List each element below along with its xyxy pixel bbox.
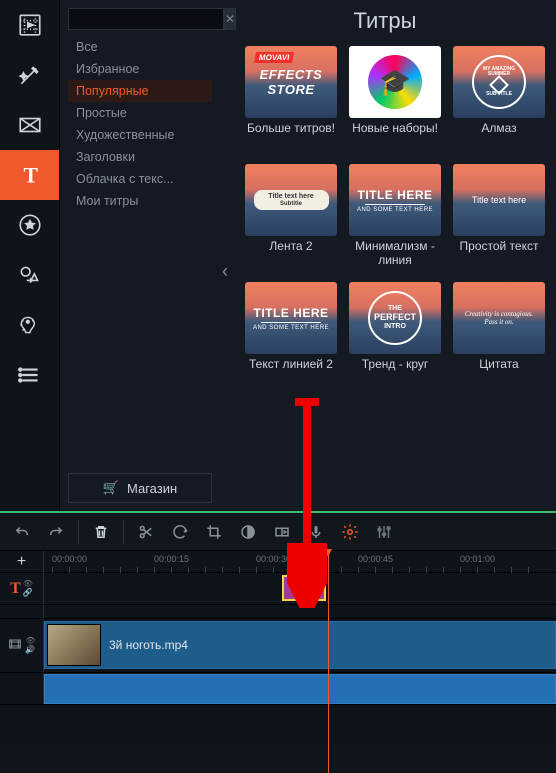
preset-card[interactable]: Creativity is contagious.Pass it on. Цита… <box>452 282 546 386</box>
shop-button[interactable]: 🛒 Магазин <box>68 473 212 503</box>
category-item[interactable]: Облачка с текс... <box>68 168 212 190</box>
equalizer-button[interactable] <box>368 517 400 547</box>
preset-card[interactable]: MOVAVIEFFECTSSTORE Больше титров! <box>244 46 338 150</box>
eye-icon[interactable]: 👁 <box>25 637 35 645</box>
chevron-left-icon[interactable]: ‹ <box>222 261 228 282</box>
left-toolbar: T <box>0 0 60 511</box>
category-item[interactable]: Простые <box>68 102 212 124</box>
preset-thumb: Title text here <box>453 164 545 236</box>
svg-text:T: T <box>23 164 38 188</box>
playhead[interactable] <box>328 551 329 773</box>
rotate-button[interactable] <box>164 517 196 547</box>
preset-card[interactable]: 🎓 Новые наборы! <box>348 46 442 150</box>
link-icon[interactable]: 🔗 <box>23 589 33 597</box>
preset-thumb: Creativity is contagious.Pass it on. <box>453 282 545 354</box>
panel-title: Титры <box>224 8 546 34</box>
transition-button[interactable] <box>266 517 298 547</box>
preset-grid: ‹ MOVAVIEFFECTSSTORE Больше титров! 🎓 Новые… <box>224 46 546 386</box>
category-pane: ✕ ВсеИзбранноеПопулярныеПростыеХудожеств… <box>60 0 220 511</box>
title-track-icon: T <box>10 580 21 598</box>
category-list: ВсеИзбранноеПопулярныеПростыеХудожествен… <box>68 36 212 473</box>
preset-thumb: MY AMAZING SUMMERSUB TITLE <box>453 46 545 118</box>
time-tick: 00:00:30 <box>256 554 291 564</box>
category-item[interactable]: Популярные <box>68 80 212 102</box>
audio-track <box>0 673 556 705</box>
category-item[interactable]: Мои титры <box>68 190 212 212</box>
time-tick: 00:00:45 <box>358 554 393 564</box>
preset-card[interactable]: Title text here Простой текст <box>452 164 546 268</box>
preset-card[interactable]: MY AMAZING SUMMERSUB TITLE Алмаз <box>452 46 546 150</box>
tool-stickers[interactable] <box>0 200 59 250</box>
preset-label: Цитата <box>452 358 546 386</box>
tool-speed[interactable] <box>0 300 59 350</box>
category-item[interactable]: Все <box>68 36 212 58</box>
category-item[interactable]: Избранное <box>68 58 212 80</box>
preset-card[interactable]: THEPERFECTINTRO Тренд - круг <box>348 282 442 386</box>
video-clip[interactable]: 3й ноготь.mp4 <box>44 621 556 669</box>
preset-label: Алмаз <box>452 122 546 150</box>
color-button[interactable] <box>232 517 264 547</box>
preset-thumb: TITLE HEREAND SOME TEXT HERE <box>349 164 441 236</box>
preset-label: Тренд - круг <box>348 358 442 386</box>
time-tick: 00:00:00 <box>52 554 87 564</box>
video-track-icon <box>7 636 23 655</box>
cut-button[interactable] <box>130 517 162 547</box>
tool-media[interactable] <box>0 0 59 50</box>
tool-shapes[interactable] <box>0 250 59 300</box>
tool-filters[interactable] <box>0 50 59 100</box>
preset-label: Новые наборы! <box>348 122 442 150</box>
search-input[interactable] <box>68 8 224 30</box>
tool-titles[interactable]: T <box>0 150 59 200</box>
timeline-toolbar <box>0 513 556 551</box>
preset-thumb: MOVAVIEFFECTSSTORE <box>245 46 337 118</box>
title-track: T 👁🔗 Tᴛ <box>0 573 556 605</box>
record-audio-button[interactable] <box>300 517 332 547</box>
category-item[interactable]: Художественные <box>68 124 212 146</box>
eye-icon[interactable]: 👁 <box>23 580 33 588</box>
title-track-head[interactable]: T 👁🔗 <box>0 573 44 604</box>
add-track-button[interactable]: + <box>0 551 44 573</box>
clip-thumbnail <box>47 624 101 666</box>
preset-thumb: THEPERFECTINTRO <box>349 282 441 354</box>
video-track-head[interactable]: 👁🔊 <box>0 619 44 672</box>
preset-card[interactable]: TITLE HEREAND SOME TEXT HERE Текст линией… <box>244 282 338 386</box>
clip-name: 3й ноготь.mp4 <box>109 638 188 652</box>
preset-label: Лента 2 <box>244 240 338 268</box>
preset-label: Текст линией 2 <box>244 358 338 386</box>
time-tick: 00:00:15 <box>154 554 189 564</box>
crop-button[interactable] <box>198 517 230 547</box>
redo-button[interactable] <box>40 517 72 547</box>
spacer-track <box>0 605 556 619</box>
preset-thumb: TITLE HEREAND SOME TEXT HERE <box>245 282 337 354</box>
preset-card[interactable]: TITLE HEREAND SOME TEXT HERE Минимализм -… <box>348 164 442 268</box>
undo-button[interactable] <box>6 517 38 547</box>
delete-button[interactable] <box>85 517 117 547</box>
preset-label: Больше титров! <box>244 122 338 150</box>
audio-clip[interactable] <box>44 674 556 704</box>
tool-transitions[interactable] <box>0 100 59 150</box>
shop-label: Магазин <box>127 481 177 496</box>
time-tick: 00:01:00 <box>460 554 495 564</box>
preset-label: Минимализм - линия <box>348 240 442 268</box>
cart-icon: 🛒 <box>103 480 119 496</box>
tool-more[interactable] <box>0 350 59 400</box>
settings-button[interactable] <box>334 517 366 547</box>
preset-thumb: Title text hereSubtitle <box>245 164 337 236</box>
video-track: 👁🔊 3й ноготь.mp4 <box>0 619 556 673</box>
timeline-ruler[interactable]: + 00:00:00 00:00:15 00:00:30 00:00:45 00:01:… <box>0 551 556 573</box>
preset-thumb: 🎓 <box>349 46 441 118</box>
mute-icon[interactable]: 🔊 <box>25 646 35 654</box>
title-clip[interactable]: Tᴛ <box>282 575 326 601</box>
preset-label: Простой текст <box>452 240 546 268</box>
preset-card[interactable]: Title text hereSubtitle Лента 2 <box>244 164 338 268</box>
category-item[interactable]: Заголовки <box>68 146 212 168</box>
timeline: + 00:00:00 00:00:15 00:00:30 00:00:45 00:01:… <box>0 511 556 745</box>
